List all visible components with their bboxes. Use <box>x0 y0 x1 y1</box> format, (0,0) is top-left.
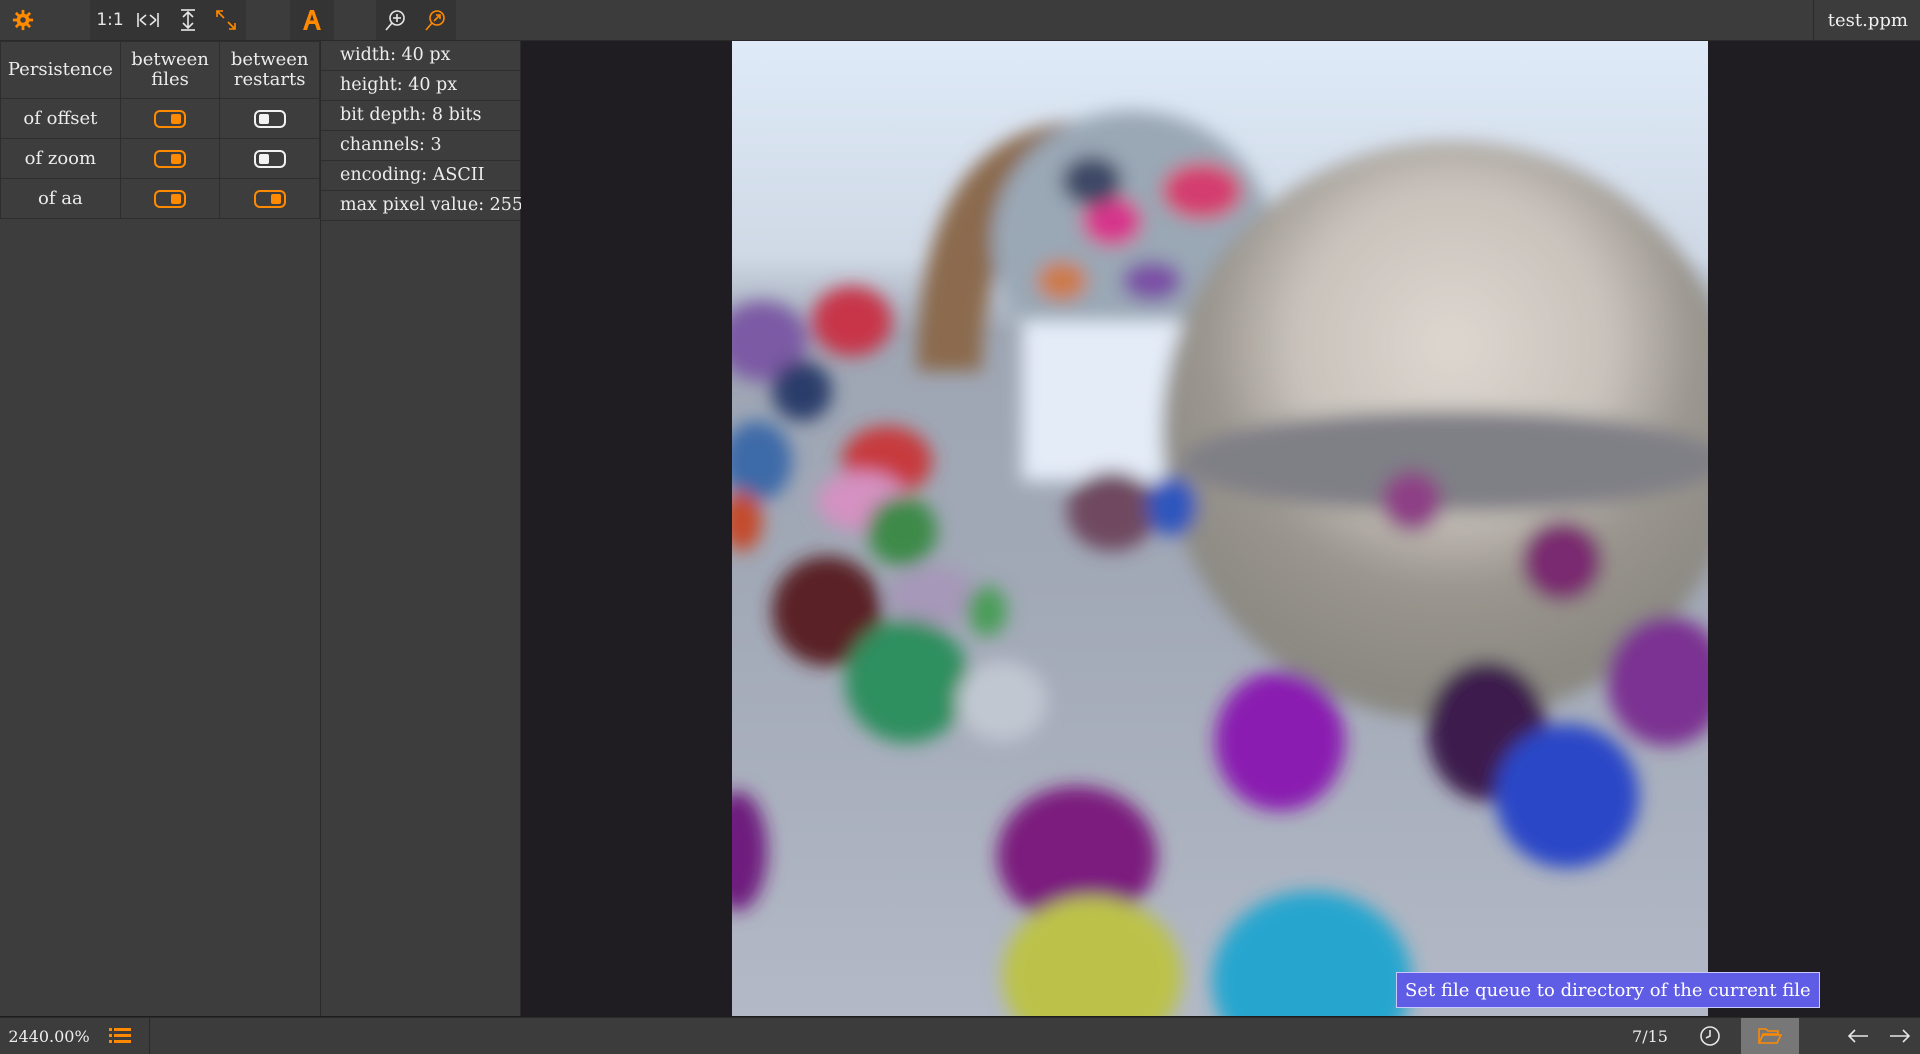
queue-position: 7/15 <box>1632 1026 1668 1046</box>
arrow-left-icon <box>1847 1029 1868 1043</box>
info-encoding: encoding: ASCII <box>321 161 520 191</box>
recent-files-button[interactable] <box>1690 1018 1730 1054</box>
fit-width-icon <box>137 13 159 27</box>
toggle-info-button[interactable] <box>100 1018 140 1054</box>
info-channels: channels: 3 <box>321 131 520 161</box>
filename-label: test.ppm <box>1812 0 1920 40</box>
info-max-pixel-value: max pixel value: 255 <box>321 191 523 221</box>
persistence-panel: Persistence between files between restarts… <box>0 41 321 1016</box>
persistence-header: Persistence <box>0 41 121 99</box>
rendered-image[interactable] <box>732 41 1708 1016</box>
fit-window-icon <box>216 10 236 30</box>
aa-between-files-toggle[interactable] <box>154 190 187 208</box>
zoom-one-to-one-label: 1:1 <box>96 10 124 30</box>
aa-between-restarts-toggle[interactable] <box>253 190 286 208</box>
gear-icon <box>12 9 34 31</box>
zoom-level-readout: 2440.00% <box>8 1026 90 1046</box>
zoom-mode-group: 1:1 <box>90 0 246 40</box>
fit-width-button[interactable] <box>128 0 168 40</box>
row-label: of aa <box>0 178 121 219</box>
row-label: of zoom <box>0 138 121 179</box>
zoom-tools-group <box>376 0 456 40</box>
zoom-in-button[interactable] <box>376 0 416 40</box>
fit-window-button[interactable] <box>206 0 246 40</box>
top-toolbar: 1:1 test.ppm <box>0 0 1920 41</box>
fit-height-icon <box>181 9 195 31</box>
font-group <box>290 0 334 40</box>
info-height: height: 40 px <box>321 71 520 101</box>
clock-icon <box>1700 1026 1720 1046</box>
zoom-target-icon <box>425 10 445 31</box>
info-width: width: 40 px <box>321 41 520 71</box>
image-info-panel: width: 40 px height: 40 px bit depth: 8 … <box>321 41 523 1016</box>
image-viewport[interactable]: Set file queue to directory of the curre… <box>521 41 1920 1016</box>
persistence-row-zoom: of zoom <box>0 138 320 179</box>
font-a-icon <box>303 10 321 30</box>
statusbar-divider <box>149 1018 150 1054</box>
zoom-one-to-one-button[interactable]: 1:1 <box>90 0 130 40</box>
fit-height-button[interactable] <box>168 0 208 40</box>
zoom-target-button[interactable] <box>416 0 456 40</box>
zoom-between-files-toggle[interactable] <box>154 150 187 168</box>
persistence-table: Persistence between files between restarts… <box>0 41 320 219</box>
settings-button[interactable] <box>3 0 43 40</box>
zoom-between-restarts-toggle[interactable] <box>253 150 286 168</box>
offset-between-files-toggle[interactable] <box>154 110 187 128</box>
previous-file-button[interactable] <box>1838 1018 1878 1054</box>
list-icon <box>109 1028 131 1043</box>
info-bit-depth: bit depth: 8 bits <box>321 101 520 131</box>
folder-icon <box>1758 1028 1782 1044</box>
between-restarts-header: between restarts <box>219 41 320 99</box>
between-files-header: between files <box>119 41 221 99</box>
offset-between-restarts-toggle[interactable] <box>253 110 286 128</box>
set-queue-directory-button[interactable] <box>1741 1018 1799 1054</box>
zoom-in-icon <box>385 10 405 31</box>
file-queue-tooltip: Set file queue to directory of the curre… <box>1396 972 1820 1008</box>
persistence-row-offset: of offset <box>0 98 320 139</box>
arrow-right-icon <box>1890 1029 1911 1043</box>
antialias-button[interactable] <box>292 0 332 40</box>
status-bar: 2440.00% 7/15 <box>0 1017 1920 1054</box>
persistence-row-aa: of aa <box>0 178 320 219</box>
row-label: of offset <box>0 98 121 139</box>
image-canvas <box>732 41 1708 1016</box>
next-file-button[interactable] <box>1880 1018 1920 1054</box>
